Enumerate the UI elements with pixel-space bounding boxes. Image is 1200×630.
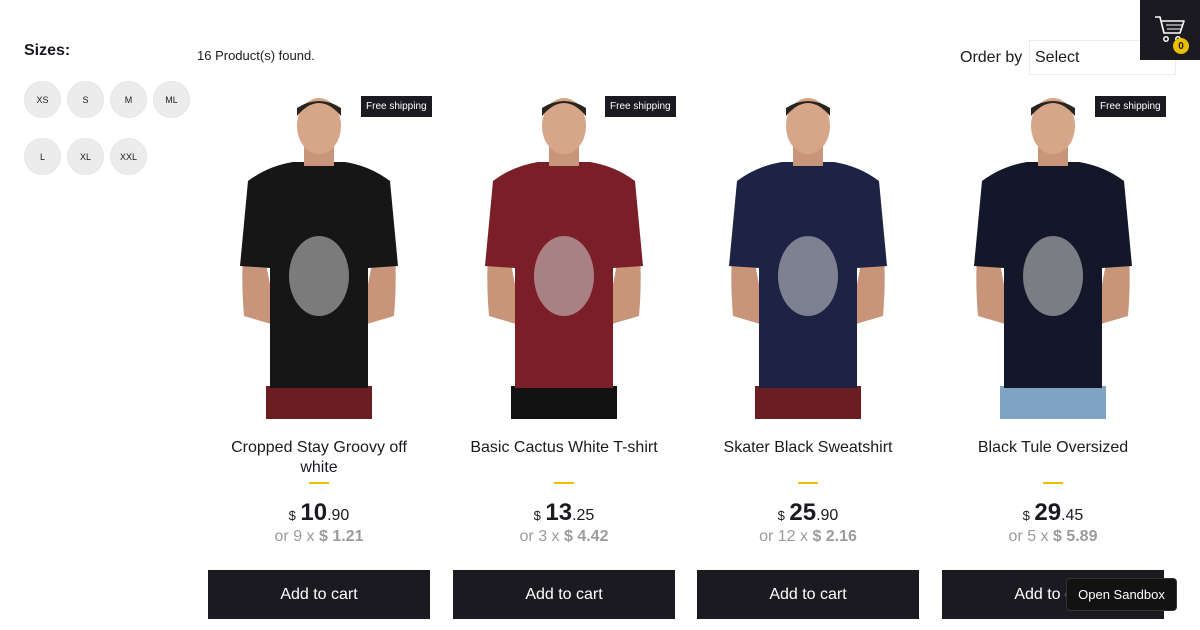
size-chip-xs[interactable]: XS xyxy=(24,81,61,118)
price-integer: 10 xyxy=(300,499,328,526)
product-price: $ 25.90 xyxy=(697,499,919,527)
product-image[interactable] xyxy=(942,96,1164,419)
installment-info: or 3 x $ 4.42 xyxy=(453,528,675,546)
add-to-cart-button[interactable]: Add to cart xyxy=(208,570,430,619)
price-integer: 13 xyxy=(545,499,573,526)
open-sandbox-button[interactable]: Open Sandbox xyxy=(1066,578,1177,611)
installment-value: $ 4.42 xyxy=(563,528,609,545)
installment-value: $ 5.89 xyxy=(1052,528,1098,545)
product-card[interactable]: Skater Black Sweatshirt $ 25.90 or 12 x … xyxy=(697,96,919,626)
size-chip-m[interactable]: M xyxy=(110,81,147,118)
product-image[interactable] xyxy=(453,96,675,419)
free-shipping-badge: Free shipping xyxy=(1095,96,1166,117)
product-title: Cropped Stay Groovy off white xyxy=(231,439,407,476)
product-price: $ 29.45 xyxy=(942,499,1164,527)
add-to-cart-button[interactable]: Add to cart xyxy=(453,570,675,619)
installment-count: or 5 x xyxy=(1008,528,1049,545)
installment-value: $ 2.16 xyxy=(812,528,857,545)
order-by-label: Order by xyxy=(960,49,1023,66)
product-price: $ 10.90 xyxy=(208,499,430,527)
size-chip-xl[interactable]: XL xyxy=(67,138,104,175)
product-image[interactable] xyxy=(697,96,919,419)
price-decimal: .90 xyxy=(327,507,350,524)
size-chip-s[interactable]: S xyxy=(67,81,104,118)
size-chip-l[interactable]: L xyxy=(24,138,61,175)
price-currency: $ xyxy=(1022,508,1030,523)
title-divider xyxy=(798,482,818,484)
free-shipping-badge: Free shipping xyxy=(605,96,676,117)
products-found-count: 16 Product(s) found. xyxy=(197,48,315,63)
installment-value: $ 1.21 xyxy=(318,528,364,545)
installment-info: or 5 x $ 5.89 xyxy=(942,528,1164,546)
price-decimal: .45 xyxy=(1061,507,1084,524)
free-shipping-badge: Free shipping xyxy=(361,96,432,117)
cart-button[interactable] xyxy=(1140,0,1200,60)
installment-info: or 12 x $ 2.16 xyxy=(697,528,919,546)
add-to-cart-button[interactable]: Add to cart xyxy=(697,570,919,619)
installment-count: or 12 x xyxy=(759,528,808,545)
price-currency: $ xyxy=(533,508,541,523)
price-decimal: .90 xyxy=(816,507,839,524)
price-currency: $ xyxy=(288,508,296,523)
product-card[interactable]: Free shipping Cropped Stay Groovy off wh… xyxy=(208,96,432,626)
product-card[interactable]: Free shipping Basic Cactus White T-shirt… xyxy=(453,96,676,626)
size-chip-ml[interactable]: ML xyxy=(153,81,190,118)
price-decimal: .25 xyxy=(572,507,595,524)
price-currency: $ xyxy=(777,508,785,523)
installment-count: or 3 x xyxy=(519,528,560,545)
sizes-filter-title: Sizes: xyxy=(24,42,71,59)
product-title: Basic Cactus White T-shirt xyxy=(470,439,658,456)
title-divider xyxy=(309,482,329,484)
installment-count: or 9 x xyxy=(274,528,315,545)
installment-info: or 9 x $ 1.21 xyxy=(208,528,430,546)
price-integer: 25 xyxy=(789,499,817,526)
product-price: $ 13.25 xyxy=(453,499,675,527)
title-divider xyxy=(554,482,574,484)
title-divider xyxy=(1043,482,1063,484)
price-integer: 29 xyxy=(1034,499,1062,526)
product-title: Black Tule Oversized xyxy=(977,439,1129,456)
product-card[interactable]: Free shipping Black Tule Oversized $ 29.… xyxy=(942,96,1166,626)
product-title: Skater Black Sweatshirt xyxy=(723,439,893,456)
cart-count-badge: 0 xyxy=(1173,38,1189,54)
product-image[interactable] xyxy=(208,96,430,419)
size-chip-xxl[interactable]: XXL xyxy=(110,138,147,175)
